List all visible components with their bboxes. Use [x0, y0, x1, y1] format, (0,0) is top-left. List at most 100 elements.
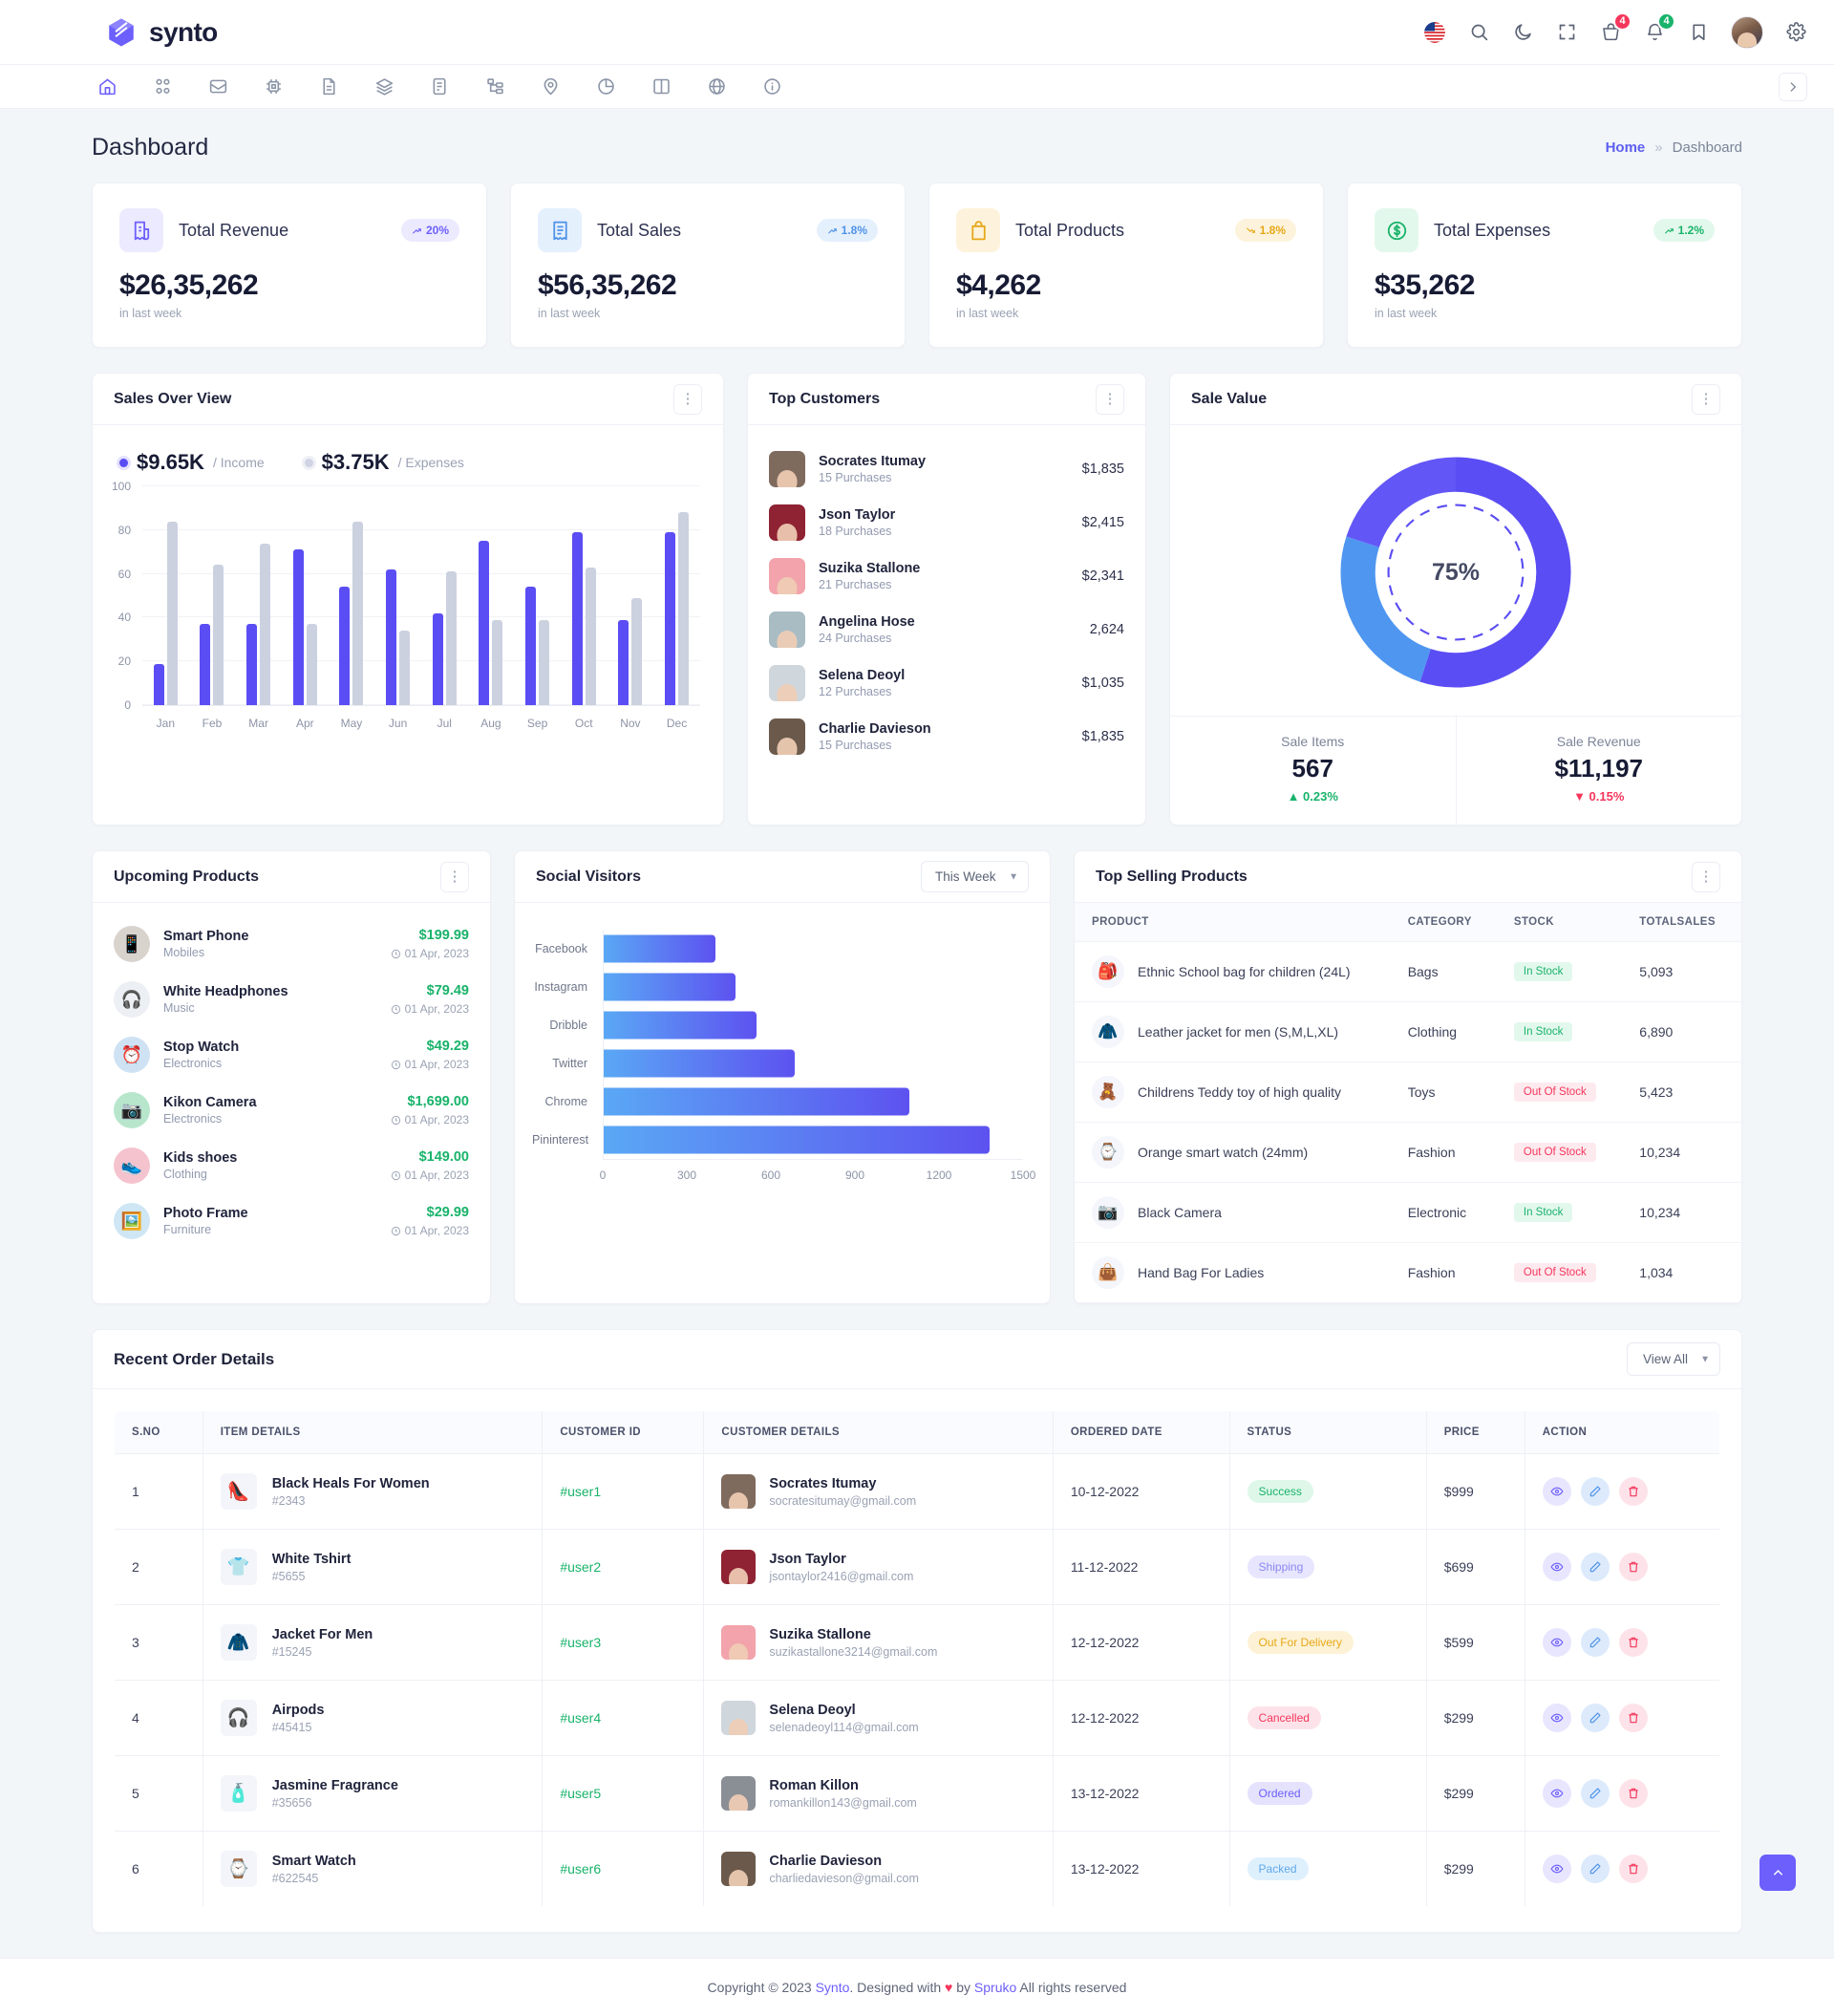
social-bar[interactable] [604, 1088, 909, 1116]
bar-income[interactable] [200, 624, 210, 705]
customer-id-link[interactable]: #user5 [560, 1786, 601, 1801]
forms-icon[interactable] [428, 75, 451, 98]
delete-button[interactable] [1619, 1779, 1648, 1808]
bar-expenses[interactable] [446, 571, 457, 705]
dark-mode-icon[interactable] [1511, 21, 1534, 44]
bar-expenses[interactable] [352, 522, 363, 705]
bar-expenses[interactable] [213, 565, 224, 705]
table-row[interactable]: ⌚Orange smart watch (24mm)FashionOut Of … [1075, 1123, 1741, 1183]
bar-expenses[interactable] [631, 598, 642, 705]
edit-button[interactable] [1581, 1477, 1610, 1506]
list-item[interactable]: Suzika Stallone21 Purchases$2,341 [769, 549, 1124, 603]
bar-group[interactable] [572, 486, 596, 705]
table-row[interactable]: 🎒Ethnic School bag for children (24L)Bag… [1075, 942, 1741, 1002]
view-button[interactable] [1543, 1779, 1571, 1808]
home-icon[interactable] [96, 75, 118, 98]
footer-brand-link[interactable]: Synto [816, 1980, 850, 1995]
card-menu-button[interactable]: ⋮ [1096, 384, 1124, 415]
cart-icon[interactable]: 4 [1599, 21, 1622, 44]
bar-income[interactable] [293, 549, 304, 705]
bar-income[interactable] [479, 541, 489, 705]
edit-button[interactable] [1581, 1855, 1610, 1883]
customer-id-link[interactable]: #user3 [560, 1635, 601, 1650]
view-button[interactable] [1543, 1553, 1571, 1581]
bar-income[interactable] [525, 587, 536, 705]
social-bar[interactable] [604, 1126, 990, 1154]
bar-group[interactable] [665, 486, 689, 705]
settings-icon[interactable] [1784, 21, 1807, 44]
widgets-icon[interactable] [151, 75, 174, 98]
avatar[interactable] [1731, 16, 1763, 49]
card-menu-button[interactable]: ⋮ [1692, 384, 1720, 415]
table-row[interactable]: 5🧴Jasmine Fragrance#35656#user5Roman Kil… [115, 1756, 1720, 1832]
bar-expenses[interactable] [307, 624, 317, 705]
brand-logo[interactable]: synto [105, 16, 218, 49]
social-bar[interactable] [604, 1012, 757, 1040]
bar-income[interactable] [433, 613, 443, 705]
bar-group[interactable] [293, 486, 317, 705]
pages-icon[interactable] [317, 75, 340, 98]
list-item[interactable]: 🎧White HeadphonesMusic$79.4901 Apr, 2023 [114, 972, 469, 1027]
social-bar[interactable] [604, 1050, 795, 1078]
social-bar[interactable] [604, 974, 736, 1001]
table-row[interactable]: 3🧥Jacket For Men#15245#user3Suzika Stall… [115, 1605, 1720, 1681]
breadcrumb-home[interactable]: Home [1606, 139, 1646, 156]
delete-button[interactable] [1619, 1628, 1648, 1657]
list-item[interactable]: ⏰Stop WatchElectronics$49.2901 Apr, 2023 [114, 1027, 469, 1083]
card-menu-button[interactable]: ⋮ [1692, 862, 1720, 892]
legend-item-income[interactable]: $9.65K / Income [119, 450, 265, 475]
bar-group[interactable] [525, 486, 549, 705]
list-item[interactable]: Angelina Hose24 Purchases2,624 [769, 603, 1124, 656]
maps-icon[interactable] [539, 75, 562, 98]
table-row[interactable]: 6⌚Smart Watch#622545#user6Charlie Davies… [115, 1832, 1720, 1907]
globe-icon[interactable] [705, 75, 728, 98]
charts-icon[interactable] [594, 75, 617, 98]
bookmark-icon[interactable] [1687, 21, 1710, 44]
social-bar-row[interactable]: Instagram [532, 968, 1023, 1006]
components-icon[interactable] [262, 75, 285, 98]
bar-expenses[interactable] [260, 544, 270, 705]
view-button[interactable] [1543, 1704, 1571, 1732]
view-button[interactable] [1543, 1477, 1571, 1506]
list-item[interactable]: Socrates Itumay15 Purchases$1,835 [769, 442, 1124, 496]
social-range-select[interactable]: This WeekThis MonthThis Year [921, 861, 1029, 892]
table-row[interactable]: 🧸Childrens Teddy toy of high qualityToys… [1075, 1062, 1741, 1123]
customer-id-link[interactable]: #user2 [560, 1559, 601, 1575]
list-item[interactable]: Selena Deoyl12 Purchases$1,035 [769, 656, 1124, 710]
bar-income[interactable] [618, 620, 629, 705]
bar-group[interactable] [433, 486, 457, 705]
bar-expenses[interactable] [167, 522, 178, 705]
view-button[interactable] [1543, 1855, 1571, 1883]
legend-item-expenses[interactable]: $3.75K / Expenses [305, 450, 464, 475]
inbox-icon[interactable] [206, 75, 229, 98]
table-row[interactable]: 2👕White Tshirt#5655#user2Json Taylorjson… [115, 1530, 1720, 1605]
list-item[interactable]: 🖼️Photo FrameFurniture$29.9901 Apr, 2023 [114, 1193, 469, 1249]
bar-group[interactable] [200, 486, 224, 705]
card-menu-button[interactable]: ⋮ [440, 862, 469, 892]
customer-id-link[interactable]: #user1 [560, 1484, 601, 1499]
list-item[interactable]: 📱Smart PhoneMobiles$199.9901 Apr, 2023 [114, 916, 469, 972]
notifications-icon[interactable]: 4 [1643, 21, 1666, 44]
fullscreen-icon[interactable] [1555, 21, 1578, 44]
delete-button[interactable] [1619, 1553, 1648, 1581]
bar-group[interactable] [618, 486, 642, 705]
customer-id-link[interactable]: #user4 [560, 1710, 601, 1726]
layers-icon[interactable] [373, 75, 395, 98]
bar-income[interactable] [339, 587, 350, 705]
bar-expenses[interactable] [678, 512, 689, 705]
info-icon[interactable] [760, 75, 783, 98]
bar-income[interactable] [572, 532, 583, 705]
bar-expenses[interactable] [539, 620, 549, 705]
bar-group[interactable] [154, 486, 178, 705]
card-menu-button[interactable]: ⋮ [673, 384, 702, 415]
list-item[interactable]: Charlie Davieson15 Purchases$1,835 [769, 710, 1124, 763]
view-button[interactable] [1543, 1628, 1571, 1657]
bar-expenses[interactable] [586, 568, 596, 705]
bar-group[interactable] [339, 486, 363, 705]
social-bar-row[interactable]: Twitter [532, 1044, 1023, 1083]
social-bar[interactable] [604, 935, 715, 963]
search-icon[interactable] [1467, 21, 1490, 44]
table-row[interactable]: 📷Black CameraElectronicIn Stock10,234 [1075, 1183, 1741, 1243]
table-row[interactable]: 🧥Leather jacket for men (S,M,L,XL)Clothi… [1075, 1002, 1741, 1062]
bar-expenses[interactable] [492, 620, 502, 705]
